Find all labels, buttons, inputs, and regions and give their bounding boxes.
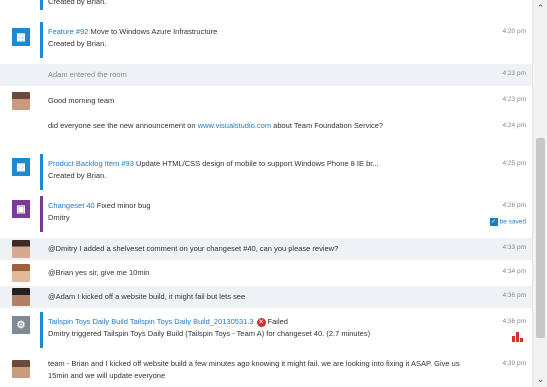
work-item-link[interactable]: Feature #92 [48,27,88,36]
message-text: Move to Windows Azure Infrastructure [88,27,218,36]
avatar [12,92,30,110]
message-subtext: Dmitry triggered Tailspin Toys Daily Bui… [48,329,371,338]
accent-bar [40,196,43,232]
chat-message: ⚙ Tailspin Toys Daily Build Tailspin Toy… [0,312,532,350]
saved-badge-label: be saved [499,218,526,226]
accent-bar [40,22,43,58]
scroll-thumb[interactable] [536,138,545,338]
accent-bar [40,154,43,190]
timestamp: 4:24 pm [502,122,527,129]
message-text: about Team Foundation Service? [271,121,384,130]
build-icon: ⚙ [12,316,30,334]
message-body: did everyone see the new announcement on… [48,120,468,132]
timestamp: 4:36 pm [502,318,527,325]
message-body: Product Backlog Item #93 Update HTML/CSS… [48,158,468,182]
message-text: team - Brian and I kicked off website bu… [48,359,460,380]
avatar [12,288,30,306]
avatar [12,240,30,258]
timestamp: 4:39 pm [502,360,527,367]
work-item-icon: ▦ [12,28,30,46]
build-link[interactable]: Tailspin Toys Daily Build Tailspin Toys … [48,317,254,326]
message-text: Good morning team [48,96,115,105]
avatar [12,264,30,282]
message-body: Tailspin Toys Daily Build Tailspin Toys … [48,316,488,340]
scroll-down-icon[interactable]: ⌄ [535,375,546,384]
chat-message: ▦ Feature #92 Move to Windows Azure Infr… [0,22,532,60]
message-text: did everyone see the new announcement on [48,121,198,130]
timestamp: 4:26 pm [502,202,527,209]
timestamp: 4:23 pm [502,70,527,77]
chat-message: ▦ Product Backlog Item #93 Update HTML/C… [0,154,532,192]
avatar [12,360,30,378]
timestamp: 4:34 pm [502,268,527,275]
message-text: Update HTML/CSS design of mobile to supp… [133,159,379,168]
scroll-up-icon[interactable]: ⌃ [535,4,546,13]
message-text: Fixed minor bug [94,201,151,210]
chat-message: Created by Brian. [0,0,532,12]
message-subtext: Dmitry [48,213,70,222]
message-text: Created by Brian. [48,0,107,6]
chat-message: Good morning team 4:23 pm [0,88,532,114]
chat-message: @Adam I kicked off a website build, it m… [0,286,532,308]
message-text: @Adam I kicked off a website build, it m… [48,292,246,301]
chat-message: did everyone see the new announcement on… [0,116,532,152]
message-subtext: Created by Brian. [48,39,107,48]
message-body: Feature #92 Move to Windows Azure Infras… [48,26,468,50]
chat-feed: Created by Brian. ▦ Feature #92 Move to … [0,0,532,387]
system-message: Adam entered the room [48,70,127,79]
chat-message: Adam entered the room 4:23 pm [0,64,532,86]
chat-message: @Dmitry I added a shelveset comment on y… [0,238,532,260]
work-item-icon: ▦ [12,158,30,176]
changeset-icon: ▣ [12,200,30,218]
accent-bar [40,0,43,10]
timestamp: 4:23 pm [502,96,527,103]
visualstudio-link[interactable]: www.visualstudio.com [198,121,271,130]
chart-icon[interactable] [512,332,524,342]
timestamp: 4:20 pm [502,28,527,35]
work-item-link[interactable]: Product Backlog Item #93 [48,159,134,168]
chat-message: @Brian yes sir, give me 10min 4:34 pm [0,262,532,284]
message-subtext: Created by Brian. [48,171,107,180]
saved-icon: ✓ [489,218,498,226]
timestamp: 4:33 pm [502,244,527,251]
scrollbar[interactable]: ⌃ ⌄ [532,0,547,387]
timestamp: 4:36 pm [502,292,527,299]
chat-message: team - Brian and I kicked off website bu… [0,354,532,387]
failed-icon: ✕ [256,317,266,327]
message-body: Changeset 40 Fixed minor bug Dmitry [48,200,468,224]
message-text: @Brian yes sir, give me 10min [48,268,150,277]
message-text: @Dmitry I added a shelveset comment on y… [48,244,339,253]
build-status: Failed [267,317,288,326]
chat-message: ▣ Changeset 40 Fixed minor bug Dmitry 4:… [0,196,532,236]
accent-bar [40,312,43,348]
changeset-link[interactable]: Changeset 40 [48,201,95,210]
saved-badge[interactable]: ✓ be saved [489,218,526,226]
timestamp: 4:25 pm [502,160,527,167]
